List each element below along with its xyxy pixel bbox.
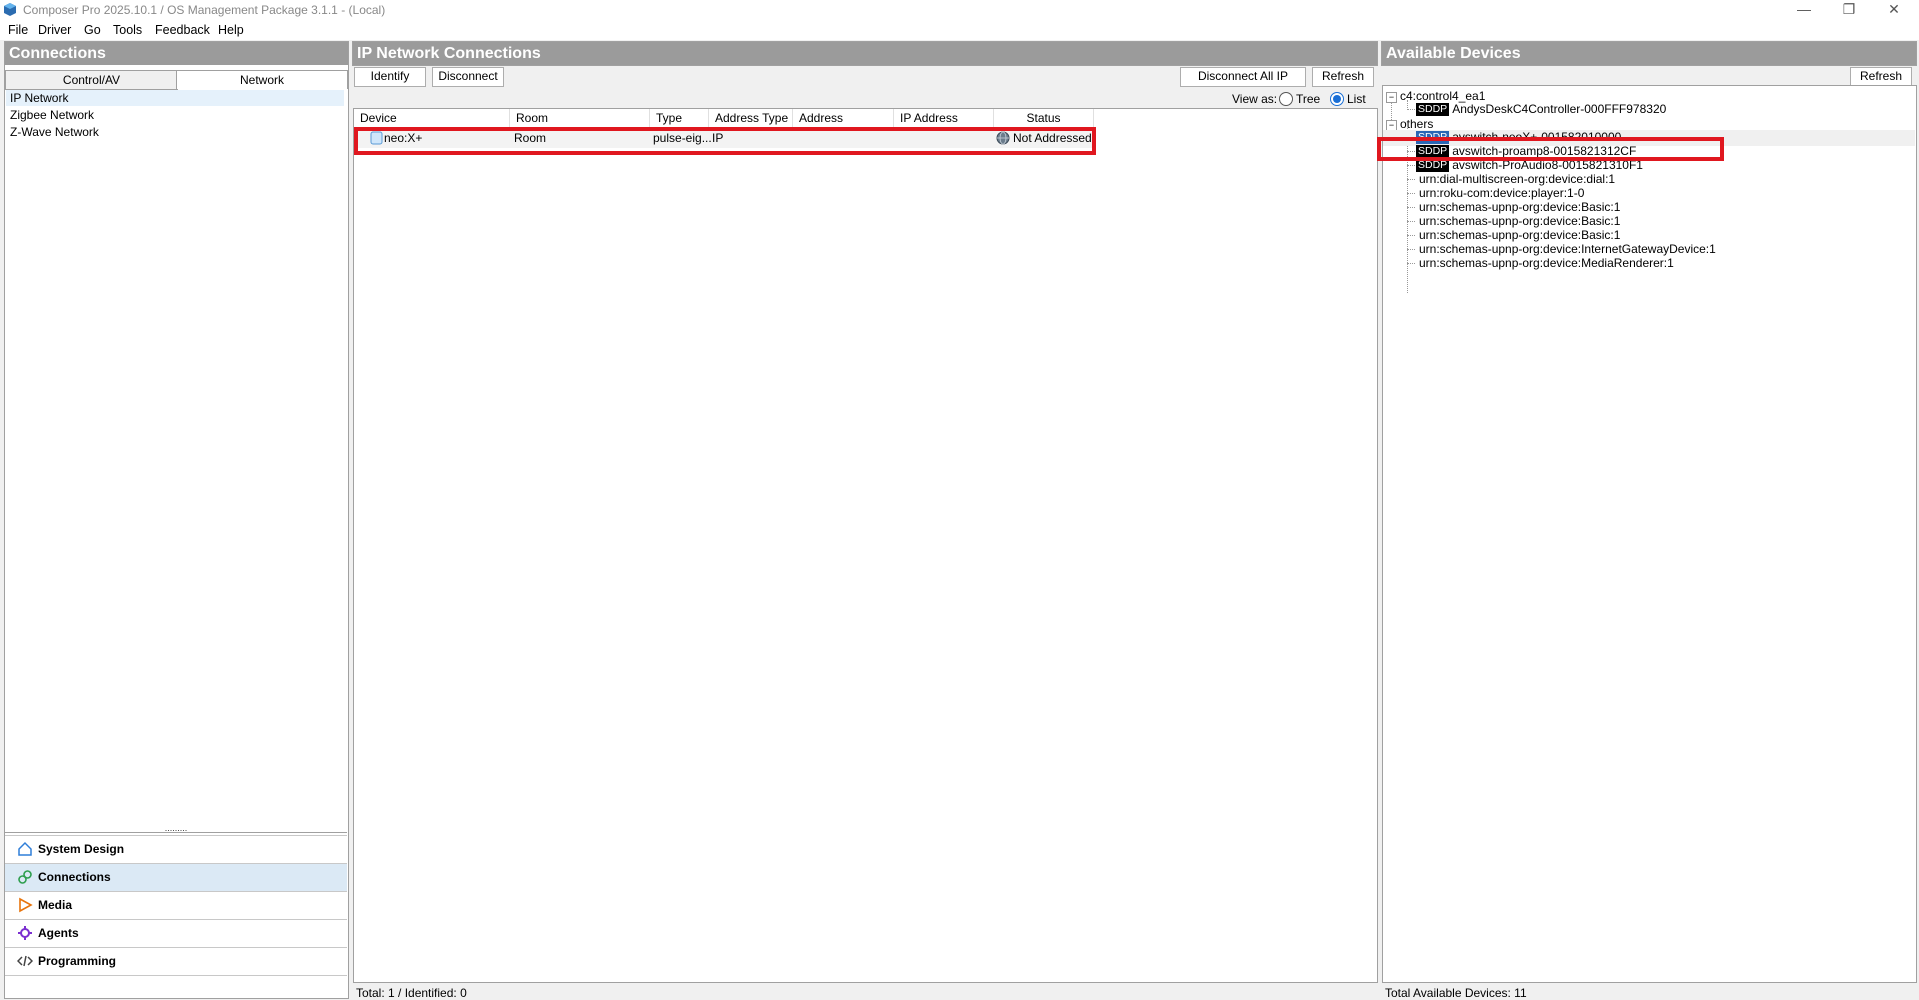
house-icon [18, 841, 32, 856]
code-icon [17, 955, 33, 967]
sddp-badge: SDDP [1416, 159, 1450, 173]
refresh-connections-button[interactable]: Refresh [1312, 67, 1374, 87]
nav-label: System Design [38, 842, 125, 856]
tab-network[interactable]: Network [176, 70, 348, 89]
refresh-devices-button[interactable]: Refresh [1850, 67, 1912, 87]
col-room[interactable]: Room [510, 109, 650, 127]
tree-guide [1407, 109, 1415, 110]
col-device[interactable]: Device [354, 109, 510, 127]
nav-label: Programming [38, 954, 117, 968]
menu-help[interactable]: Help [218, 23, 244, 37]
menu-bar: File Driver Go Tools Feedback Help [0, 20, 1919, 40]
tree-group-c4[interactable]: c4:control4_ea1 [1400, 89, 1485, 103]
disconnect-all-ip-button[interactable]: Disconnect All IP [1180, 67, 1306, 87]
network-item-zigbee[interactable]: Zigbee Network [10, 108, 94, 122]
disconnect-button[interactable]: Disconnect [432, 67, 504, 87]
link-icon [18, 870, 32, 884]
view-list-label[interactable]: List [1347, 92, 1366, 106]
agents-icon [18, 926, 32, 940]
menu-go[interactable]: Go [84, 23, 101, 37]
network-item-ip[interactable]: IP Network [10, 91, 68, 105]
col-address-type[interactable]: Address Type [709, 109, 793, 127]
minimize-button[interactable]: — [1781, 0, 1827, 20]
tree-item-c4-controller[interactable]: SDDP AndysDeskC4Controller-000FFF978320 [1416, 102, 1667, 117]
radio-dot [1333, 95, 1341, 103]
splitter-line [5, 832, 347, 833]
tree-item-basic-3[interactable]: urn:schemas-upnp-org:device:Basic:1 [1419, 228, 1620, 242]
ip-connections-panel: IP Network Connections Identify Disconne… [352, 41, 1378, 1000]
view-tree-label[interactable]: Tree [1296, 92, 1320, 106]
col-address[interactable]: Address [793, 109, 894, 127]
connections-header: Connections [5, 42, 348, 65]
collapse-toggle[interactable]: − [1386, 92, 1397, 103]
devices-footer: Total Available Devices: 11 [1385, 986, 1527, 1000]
annotation-highlight-device [1377, 137, 1724, 161]
identify-button[interactable]: Identify [354, 67, 426, 87]
tree-guide [1407, 263, 1415, 264]
title-bar: Composer Pro 2025.10.1 / OS Management P… [0, 0, 1919, 20]
tree-item-dial[interactable]: urn:dial-multiscreen-org:device:dial:1 [1419, 172, 1615, 186]
annotation-highlight-row [354, 127, 1096, 155]
tree-guide [1407, 165, 1415, 166]
menu-driver[interactable]: Driver [38, 23, 71, 37]
nav-connections[interactable]: Connections [5, 863, 347, 891]
col-type[interactable]: Type [650, 109, 709, 127]
devices-tree: − c4:control4_ea1 SDDP AndysDeskC4Control… [1382, 85, 1917, 983]
connections-panel: Connections Control/AV Network IP Networ… [4, 41, 349, 999]
view-tree-radio[interactable] [1279, 92, 1293, 106]
menu-feedback[interactable]: Feedback [155, 23, 210, 37]
nav-programming[interactable]: Programming [5, 947, 347, 976]
nav-system-design[interactable]: System Design [5, 835, 347, 863]
tree-item-basic-2[interactable]: urn:schemas-upnp-org:device:Basic:1 [1419, 214, 1620, 228]
connections-footer: Total: 1 / Identified: 0 [356, 986, 467, 1000]
close-button[interactable]: ✕ [1871, 0, 1917, 20]
view-list-radio[interactable] [1330, 92, 1344, 106]
play-icon [19, 897, 33, 913]
maximize-button[interactable]: ❐ [1826, 0, 1872, 20]
window-title: Composer Pro 2025.10.1 / OS Management P… [23, 3, 386, 17]
col-ip-address[interactable]: IP Address [894, 109, 994, 127]
available-devices-header: Available Devices [1381, 41, 1917, 66]
tree-group-others[interactable]: others [1400, 117, 1433, 131]
tree-guide [1407, 221, 1415, 222]
col-status[interactable]: Status [994, 109, 1094, 127]
nav-label: Connections [38, 870, 111, 884]
menu-tools[interactable]: Tools [113, 23, 142, 37]
grid-header: Device Room Type Address Type Address IP… [354, 109, 1094, 128]
tree-item-gateway[interactable]: urn:schemas-upnp-org:device:InternetGate… [1419, 242, 1716, 256]
tree-guide [1407, 179, 1415, 180]
ip-connections-header: IP Network Connections [352, 41, 1378, 66]
tree-guide [1407, 207, 1415, 208]
tree-item-roku[interactable]: urn:roku-com:device:player:1-0 [1419, 186, 1584, 200]
tree-guide [1407, 193, 1415, 194]
tab-control-av[interactable]: Control/AV [5, 70, 178, 90]
menu-file[interactable]: File [8, 23, 28, 37]
tree-item-mediarenderer[interactable]: urn:schemas-upnp-org:device:MediaRendere… [1419, 256, 1674, 270]
tree-guide [1407, 249, 1415, 250]
connections-tabs: Control/AV Network [5, 70, 348, 90]
nav-media[interactable]: Media [5, 891, 347, 919]
tree-item-label: AndysDeskC4Controller-000FFF978320 [1452, 102, 1667, 116]
available-devices-panel: Available Devices Refresh − c4:control4_… [1381, 41, 1917, 1000]
connections-grid: Device Room Type Address Type Address IP… [353, 108, 1378, 983]
network-item-zwave[interactable]: Z-Wave Network [10, 125, 99, 139]
nav-label: Agents [38, 926, 79, 940]
nav-agents[interactable]: Agents [5, 919, 347, 947]
composer-app-icon [4, 3, 16, 16]
sddp-badge: SDDP [1416, 103, 1450, 117]
nav-label: Media [38, 898, 73, 912]
view-as-label: View as: [1232, 92, 1278, 106]
tree-guide [1407, 235, 1415, 236]
tree-item-basic-1[interactable]: urn:schemas-upnp-org:device:Basic:1 [1419, 200, 1620, 214]
